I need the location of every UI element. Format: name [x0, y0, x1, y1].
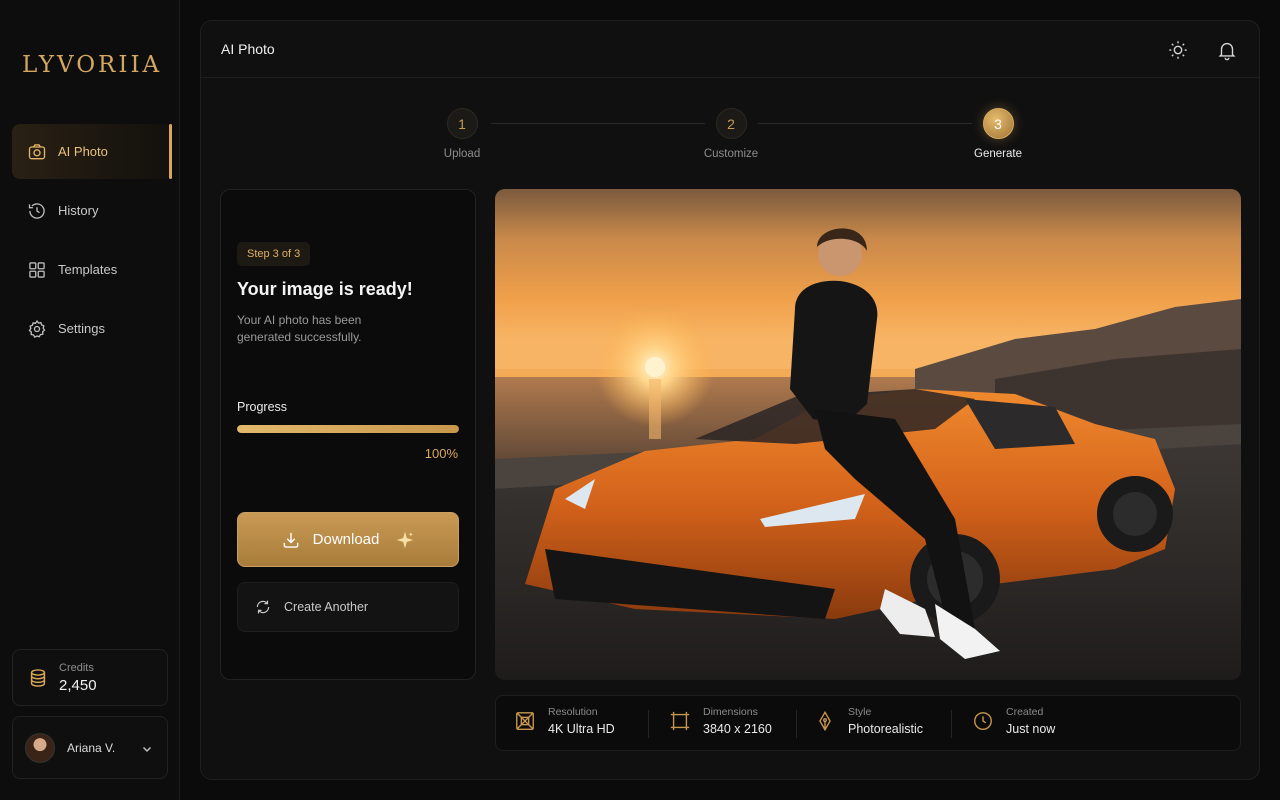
brand-logo: LYVORIIA	[22, 52, 163, 78]
image-info-bar: Resolution 4K Ultra HD Dimensions 3840 x…	[495, 695, 1241, 751]
sidebar-item-ai-photo[interactable]: AI Photo	[12, 124, 172, 179]
credits-value: 2,450	[59, 676, 97, 694]
step-label: Upload	[443, 148, 481, 160]
crop-icon	[669, 710, 691, 732]
credits-card: Credits 2,450	[12, 649, 168, 706]
download-button[interactable]: Download	[237, 512, 459, 567]
result-subtitle: Your AI photo has been generated success…	[237, 313, 362, 344]
gear-icon	[26, 318, 48, 340]
user-name: Ariana V.	[67, 740, 116, 755]
info-value: 3840 x 2160	[703, 722, 772, 736]
info-value: Photorealistic	[848, 722, 924, 736]
grid-icon	[26, 259, 48, 281]
info-value: 4K Ultra HD	[548, 722, 615, 736]
step-generate: 3 Generate	[958, 108, 1038, 160]
chevron-down-icon	[141, 742, 153, 754]
info-dimensions: Dimensions 3840 x 2160	[669, 706, 772, 736]
progress-bar	[237, 425, 459, 433]
notification-bell-icon[interactable]	[1216, 39, 1238, 61]
info-value: Just now	[1006, 722, 1056, 736]
coins-icon	[27, 667, 49, 689]
user-menu[interactable]: Ariana V.	[12, 716, 168, 779]
divider	[796, 710, 797, 738]
sidebar-item-history[interactable]: History	[12, 183, 172, 238]
step-badge: Step 3 of 3	[237, 242, 311, 266]
generated-photo	[495, 189, 1241, 680]
sidebar-item-label: History	[58, 203, 99, 218]
main-panel: AI Photo 1 Upload 2 Customize 3 Generate…	[200, 20, 1260, 780]
result-card: Step 3 of 3 Your image is ready! Your AI…	[220, 189, 476, 680]
sidebar-nav: AI Photo History Templates Settings	[12, 124, 172, 360]
step-customize: 2 Customize	[691, 108, 771, 160]
divider	[648, 710, 649, 738]
result-heading: Your image is ready!	[237, 279, 413, 299]
info-style: Style Photorealistic	[814, 706, 923, 736]
sidebar-item-settings[interactable]: Settings	[12, 301, 172, 356]
camera-icon	[26, 141, 48, 163]
resolution-icon	[514, 710, 536, 732]
info-resolution: Resolution 4K Ultra HD	[514, 706, 615, 736]
credits-label: Credits	[59, 661, 94, 674]
pen-nib-icon	[814, 710, 836, 732]
history-icon	[26, 200, 48, 222]
refresh-icon	[254, 598, 272, 616]
sidebar-item-label: AI Photo	[58, 144, 108, 159]
sidebar-item-label: Templates	[58, 262, 118, 277]
info-key: Dimensions	[703, 706, 758, 718]
download-label: Download	[312, 531, 380, 548]
info-key: Style	[848, 706, 872, 718]
sidebar-item-label: Settings	[58, 321, 105, 336]
step-label: Generate	[974, 148, 1022, 160]
download-icon	[281, 530, 301, 550]
progress-fill	[237, 425, 459, 433]
step-number: 3	[982, 108, 1014, 139]
top-bar: AI Photo	[201, 21, 1259, 78]
progress-label: Progress	[237, 400, 288, 414]
step-number: 1	[446, 108, 478, 139]
sidebar-item-templates[interactable]: Templates	[12, 242, 172, 297]
divider	[951, 710, 952, 738]
step-connector	[758, 123, 972, 124]
sidebar: LYVORIIA AI Photo History Templates Sett…	[0, 0, 180, 800]
page-title: AI Photo	[221, 41, 275, 57]
step-upload: 1 Upload	[422, 108, 502, 160]
info-created: Created Just now	[972, 706, 1055, 736]
step-label: Customize	[703, 148, 759, 160]
info-key: Resolution	[548, 706, 598, 718]
sparkle-icon	[395, 530, 415, 550]
info-key: Created	[1006, 706, 1044, 718]
step-number: 2	[715, 108, 747, 139]
step-connector	[491, 123, 705, 124]
clock-icon	[972, 710, 994, 732]
avatar	[25, 732, 55, 763]
theme-toggle-sun-icon[interactable]	[1167, 39, 1189, 61]
create-another-button[interactable]: Create Another	[237, 582, 459, 632]
create-another-label: Create Another	[284, 600, 369, 614]
progress-percent: 100%	[424, 446, 458, 461]
